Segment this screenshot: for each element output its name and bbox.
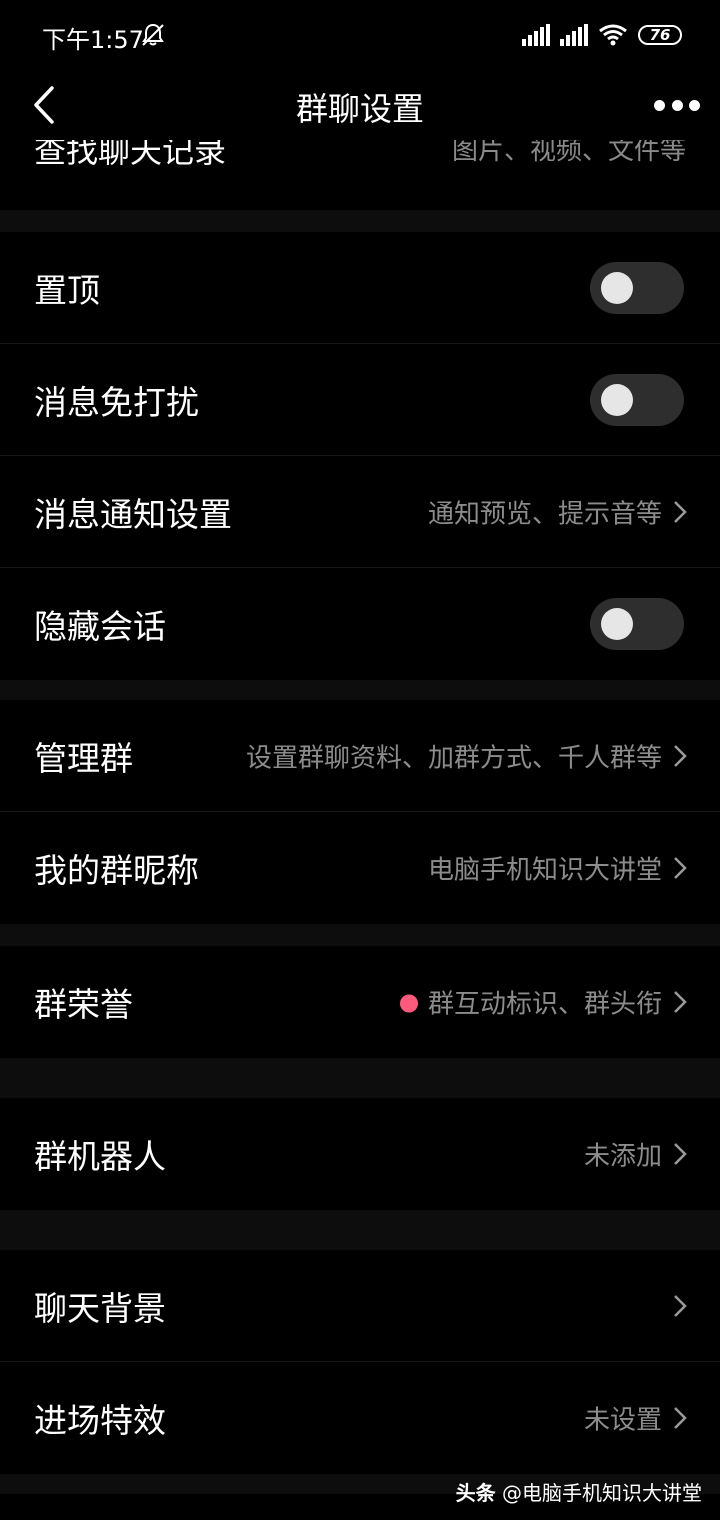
settings-group-honor: 群荣誉 群互动标识、群头衔 xyxy=(0,946,720,1058)
row-label: 隐藏会话 xyxy=(34,607,166,646)
settings-group-appearance: 聊天背景 进场特效 未设置 xyxy=(0,1250,720,1474)
row-label: 群机器人 xyxy=(34,1137,166,1176)
row-value: 通知预览、提示音等 xyxy=(427,499,662,529)
search-chat-history-row[interactable]: 查找聊天记录 图片、视频、文件等 xyxy=(0,140,720,210)
signal-icon xyxy=(522,24,550,46)
status-bar: 下午1:57 76 xyxy=(0,0,720,70)
bell-muted-icon xyxy=(142,23,164,46)
notification-settings-row[interactable]: 消息通知设置 通知预览、提示音等 xyxy=(0,456,720,568)
new-badge-dot xyxy=(399,994,418,1012)
signal-icon xyxy=(560,24,588,46)
row-label: 置顶 xyxy=(34,270,100,310)
row-value: 群互动标识、群头衔 xyxy=(399,984,662,1021)
chevron-right-icon xyxy=(674,744,687,767)
wifi-icon xyxy=(599,24,627,46)
chevron-right-icon xyxy=(674,857,687,879)
group-chat-settings-page: 下午1:57 76 群聊设置 查找聊天记录 图片、视频、文件等 置顶 消息免打扰… xyxy=(0,0,720,1520)
hide-toggle[interactable] xyxy=(590,598,684,650)
row-value: 图片、视频、文件等 xyxy=(451,140,686,166)
chat-background-row[interactable]: 聊天背景 xyxy=(0,1250,720,1362)
group-honor-row[interactable]: 群荣誉 群互动标识、群头衔 xyxy=(0,946,720,1058)
section-divider xyxy=(0,210,720,232)
chevron-right-icon xyxy=(674,1143,687,1165)
manage-group-row[interactable]: 管理群 设置群聊资料、加群方式、千人群等 xyxy=(0,700,720,812)
mute-row[interactable]: 消息免打扰 xyxy=(0,344,720,456)
settings-group-robot: 群机器人 未添加 xyxy=(0,1098,720,1210)
status-time: 下午1:57 xyxy=(42,26,144,54)
watermark: 头条 @电脑手机知识大讲堂 xyxy=(456,1477,702,1506)
more-dots-icon[interactable] xyxy=(654,90,700,120)
mute-toggle[interactable] xyxy=(590,373,684,426)
status-icons: 76 xyxy=(522,20,682,50)
section-divider xyxy=(0,924,720,946)
chevron-right-icon xyxy=(674,500,687,523)
battery-icon: 76 xyxy=(638,25,682,45)
row-label: 查找聊天记录 xyxy=(34,140,227,170)
row-label: 我的群昵称 xyxy=(34,851,199,890)
entrance-effect-row[interactable]: 进场特效 未设置 xyxy=(0,1362,720,1474)
settings-group-basic: 置顶 消息免打扰 消息通知设置 通知预览、提示音等 隐藏会话 xyxy=(0,232,720,680)
row-label: 进场特效 xyxy=(34,1401,166,1440)
section-divider xyxy=(0,1210,720,1250)
row-value: 设置群聊资料、加群方式、千人群等 xyxy=(245,743,662,773)
pin-toggle[interactable] xyxy=(590,261,684,314)
row-label: 管理群 xyxy=(34,738,133,778)
row-value: 电脑手机知识大讲堂 xyxy=(427,855,662,886)
group-nickname-row[interactable]: 我的群昵称 电脑手机知识大讲堂 xyxy=(0,812,720,924)
row-value-text: 群互动标识、群头衔 xyxy=(427,989,662,1020)
hide-conversation-row[interactable]: 隐藏会话 xyxy=(0,568,720,680)
title-bar: 群聊设置 xyxy=(0,70,720,140)
section-divider xyxy=(0,1058,720,1098)
row-label: 消息通知设置 xyxy=(34,494,232,534)
pin-row[interactable]: 置顶 xyxy=(0,232,720,344)
watermark-handle: @电脑手机知识大讲堂 xyxy=(502,1481,702,1505)
row-label: 消息免打扰 xyxy=(34,382,199,422)
chevron-right-icon xyxy=(674,991,687,1013)
chevron-right-icon xyxy=(674,1407,687,1429)
page-title: 群聊设置 xyxy=(295,90,424,128)
chevron-right-icon xyxy=(674,1294,687,1317)
settings-group-manage: 管理群 设置群聊资料、加群方式、千人群等 我的群昵称 电脑手机知识大讲堂 xyxy=(0,700,720,924)
row-label: 群荣誉 xyxy=(34,985,133,1024)
row-value: 未添加 xyxy=(583,1141,662,1172)
watermark-brand: 头条 xyxy=(455,1481,496,1505)
row-value: 未设置 xyxy=(583,1405,662,1436)
group-robot-row[interactable]: 群机器人 未添加 xyxy=(0,1098,720,1210)
row-label: 聊天背景 xyxy=(34,1288,166,1328)
section-divider xyxy=(0,680,720,700)
